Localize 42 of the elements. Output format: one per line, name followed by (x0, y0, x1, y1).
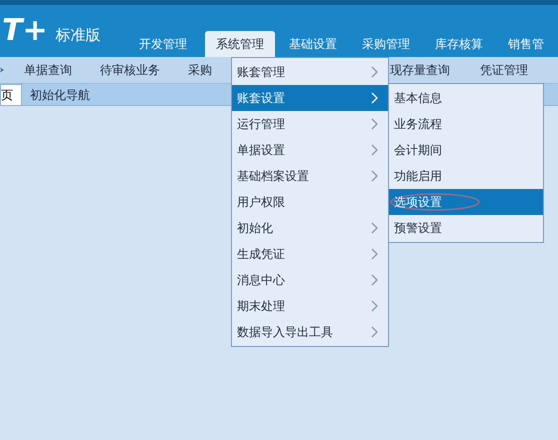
submenu-item[interactable]: 选项设置 (389, 189, 543, 215)
page-tab[interactable]: 初始化导航 (22, 84, 98, 105)
menu-item[interactable]: 账套管理 (232, 59, 388, 85)
menu-item[interactable]: 单据设置 (232, 137, 388, 163)
menu-item[interactable]: 运行管理 (232, 111, 388, 137)
page-tab[interactable]: 页 (0, 84, 22, 105)
chevron-icon (371, 222, 378, 234)
logo-mark: T+ (2, 16, 48, 46)
chevron-icon (371, 144, 378, 156)
chevron-icon (371, 248, 378, 260)
submenu-item[interactable]: 会计期间 (389, 137, 543, 163)
submenu-item[interactable]: 功能启用 (389, 163, 543, 189)
chevron-icon (371, 66, 378, 78)
nav-tab[interactable]: 系统管理 (205, 31, 275, 57)
menu-item[interactable]: 账套设置 (232, 85, 388, 111)
menu-item[interactable]: 数据导入导出工具 (232, 319, 388, 345)
submenu-item[interactable]: 业务流程 (389, 111, 543, 137)
nav-tab[interactable]: 基础设置 (278, 31, 348, 57)
nav-tab[interactable]: 开发管理 (128, 31, 198, 57)
toolbar-link[interactable]: 待审核业务 (100, 61, 160, 79)
menu-item[interactable]: 消息中心 (232, 267, 388, 293)
nav-tab[interactable]: 销售管 (497, 31, 555, 57)
toolbar-link[interactable]: 采购 (188, 61, 212, 79)
menu-item[interactable]: 期末处理 (232, 293, 388, 319)
toolbar-link[interactable]: 单据查询 (24, 61, 72, 79)
menu-item[interactable]: 基础档案设置 (232, 163, 388, 189)
chevron-icon (371, 326, 378, 338)
submenu-item[interactable]: 基本信息 (389, 85, 543, 111)
chevron-icon (371, 274, 378, 286)
nav-tab[interactable]: 采购管理 (351, 31, 421, 57)
chevron-icon (371, 300, 378, 312)
chevron-icon (371, 170, 378, 182)
menu-item[interactable]: 生成凭证 (232, 241, 388, 267)
menu-item[interactable]: 初始化 (232, 215, 388, 241)
submenu-item[interactable]: 预警设置 (389, 215, 543, 241)
toolbar-link[interactable]: 凭证管理 (480, 61, 528, 79)
nav-tab[interactable]: 库存核算 (424, 31, 494, 57)
toolbar-link[interactable]: 现存量查询 (390, 61, 450, 79)
chevron-icon (371, 118, 378, 130)
chevron-icon (371, 92, 378, 104)
edition-label: 标准版 (56, 24, 101, 46)
menu-item[interactable]: 用户权限 (232, 189, 388, 215)
